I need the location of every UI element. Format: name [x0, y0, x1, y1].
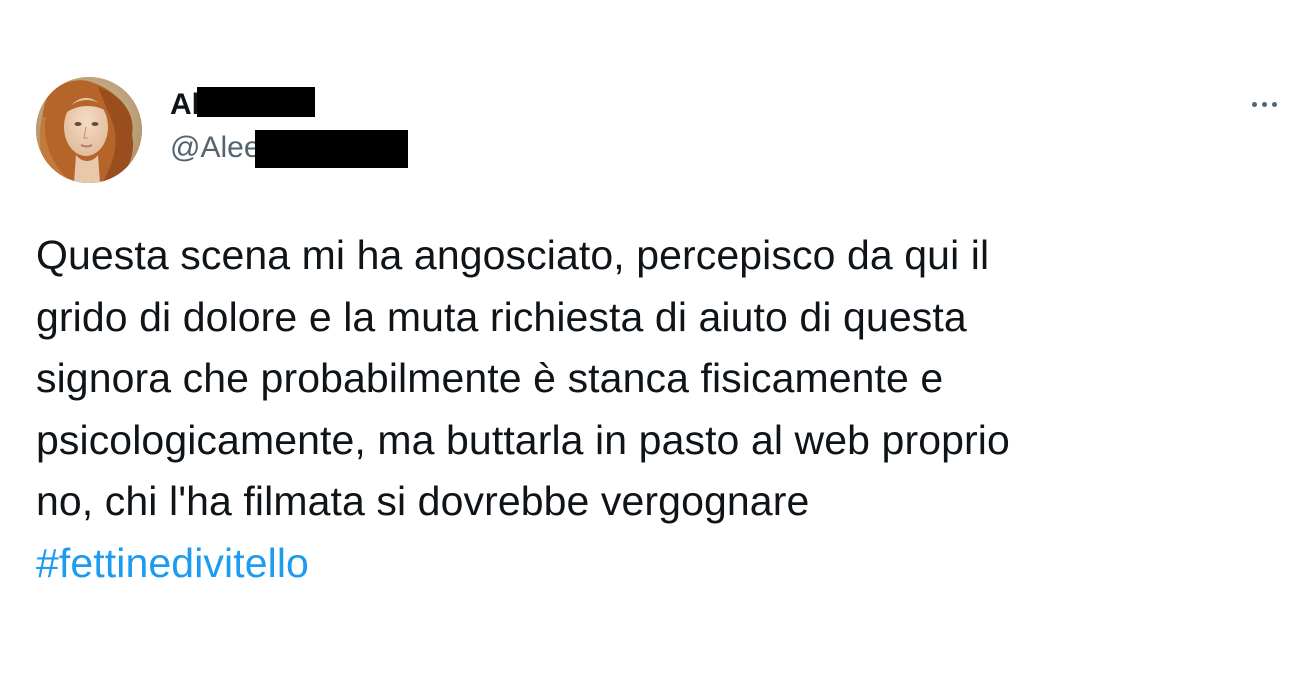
tweet-card: Al @Alee Questa scena mi ha angosciato, …: [0, 0, 1315, 681]
tweet-text-line: grido di dolore e la muta richiesta di a…: [36, 293, 967, 340]
author-handle[interactable]: @Alee: [170, 130, 261, 166]
handle-redaction: [255, 130, 408, 168]
avatar-image: [36, 77, 142, 183]
more-horizontal-icon: [1251, 101, 1257, 107]
hashtag-link[interactable]: #fettinedivitello: [36, 540, 309, 586]
tweet-text-line: psicologicamente, ma buttarla in pasto a…: [36, 416, 1010, 463]
more-horizontal-icon-dot: [1261, 101, 1267, 107]
tweet-text-line: no, chi l'ha filmata si dovrebbe vergogn…: [36, 478, 810, 524]
display-name-redaction: [197, 87, 315, 117]
tweet-text-line: Questa scena mi ha angosciato, percepisc…: [36, 232, 990, 278]
more-options-button[interactable]: [1242, 90, 1286, 118]
author-display-name[interactable]: Al: [170, 87, 200, 123]
avatar[interactable]: [36, 77, 142, 183]
hashtag-line: #fettinedivitello: [36, 533, 1276, 595]
more-horizontal-icon-dot: [1271, 101, 1277, 107]
author-handle-text: @Alee: [170, 131, 261, 164]
tweet-body: Questa scena mi ha angosciato, percepisc…: [36, 225, 1276, 594]
author-display-name-text: Al: [170, 88, 200, 121]
tweet-text-line: signora che probabilmente è stanca fisic…: [36, 355, 944, 401]
